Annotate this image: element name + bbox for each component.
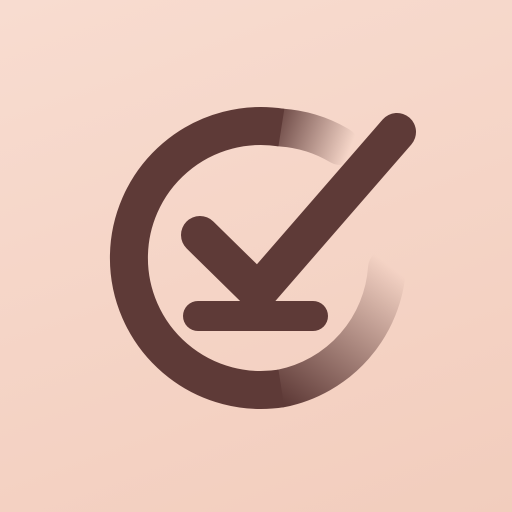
download-check-icon <box>109 107 416 409</box>
ring-arc-fade-top <box>262 108 359 165</box>
app-icon <box>0 0 512 512</box>
checkmark-arrow <box>181 113 416 311</box>
